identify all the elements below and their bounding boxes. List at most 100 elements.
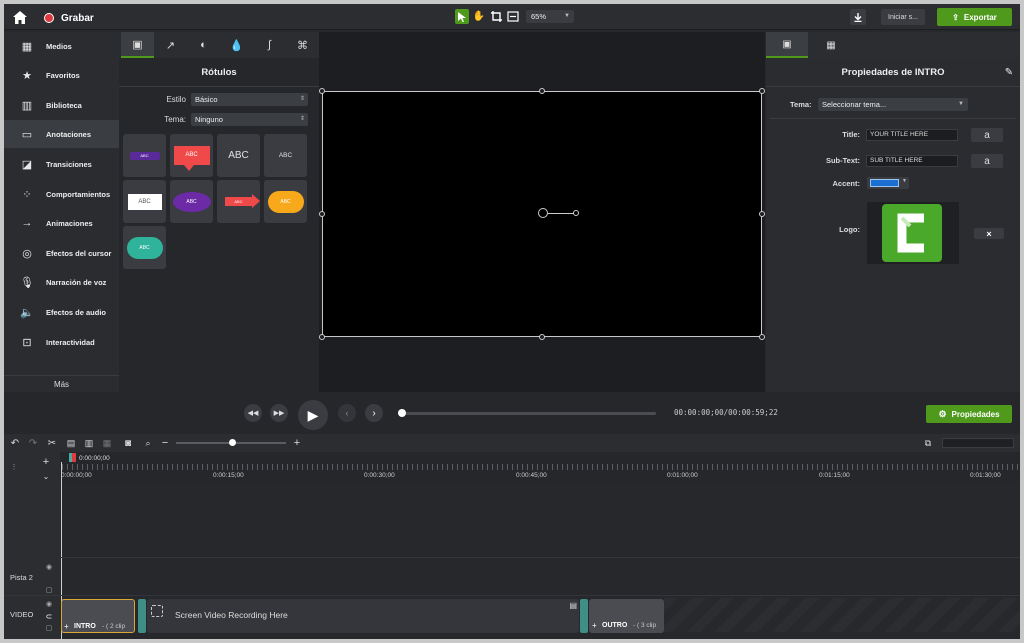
resize-handle[interactable]: [759, 334, 765, 340]
keystroke-tab-icon[interactable]: ⌘: [286, 32, 319, 58]
resize-handle[interactable]: [759, 211, 765, 217]
callout-tile[interactable]: ABC: [264, 134, 307, 177]
snapshot-icon[interactable]: ◙: [121, 436, 135, 450]
callout-tile[interactable]: ABC: [123, 134, 166, 177]
collapse-tracks-icon[interactable]: ⌄: [40, 470, 52, 482]
callout-tile[interactable]: ABC: [170, 180, 213, 223]
callout-tile[interactable]: ABC: [264, 180, 307, 223]
pan-hand-icon[interactable]: ✋: [472, 9, 486, 24]
play-button[interactable]: ▶: [298, 400, 328, 430]
sidebar-item-anotaciones[interactable]: ▭ Anotaciones: [4, 120, 119, 148]
video-properties-tab-icon[interactable]: ▦: [810, 32, 852, 58]
logo-well[interactable]: [867, 202, 959, 264]
intro-clip[interactable]: + INTRO - ( 2 clip: [61, 599, 135, 633]
crop-icon[interactable]: [489, 9, 503, 24]
sketch-tab-icon[interactable]: ∫: [253, 32, 286, 58]
timeline-search-input[interactable]: [942, 438, 1014, 448]
track-visibility-icon[interactable]: ◉: [44, 562, 54, 572]
track-visibility-icon[interactable]: ◉: [44, 599, 54, 609]
rotation-handle[interactable]: [538, 208, 548, 218]
sidebar-item-comportamientos[interactable]: ⁘ Comportamientos: [4, 180, 119, 208]
sidebar-item-transiciones[interactable]: ◪ Transiciones: [4, 150, 119, 178]
track-link-icon[interactable]: ⊂: [44, 611, 54, 621]
theme-select[interactable]: Seleccionar tema... ▼: [818, 98, 968, 111]
sidebar-item-efectos-cursor[interactable]: ◎ Efectos del cursor: [4, 239, 119, 267]
callout-tab-icon[interactable]: ▣: [121, 32, 154, 58]
next-icon[interactable]: ›: [365, 404, 383, 422]
sidebar-item-interactividad[interactable]: ⊡ Interactividad: [4, 328, 119, 356]
subtext-font-button[interactable]: a: [971, 154, 1003, 168]
resize-handle[interactable]: [319, 88, 325, 94]
outro-clip[interactable]: + OUTRO - ( 3 clip: [589, 599, 664, 633]
ruler-ticks: [62, 464, 1018, 470]
recording-placeholder-clip[interactable]: Screen Video Recording Here ▤: [147, 599, 579, 633]
time-ruler[interactable]: 0:00:00;00 0:00:00;00 0:00:15;00 0:00:30…: [60, 452, 1020, 482]
zoom-in-icon[interactable]: +: [292, 436, 302, 450]
blur-tab-icon[interactable]: 💧: [220, 32, 253, 58]
playhead-end-marker[interactable]: [72, 453, 76, 462]
shape-tab-icon[interactable]: ◐: [187, 32, 220, 58]
add-track-icon[interactable]: +: [40, 456, 52, 468]
transition-marker[interactable]: [138, 599, 146, 633]
step-back-icon[interactable]: ◀◀: [244, 404, 262, 422]
edit-icon[interactable]: ✎: [1002, 65, 1016, 79]
export-button[interactable]: ⇪ Exportar: [937, 8, 1012, 26]
share-button[interactable]: Iniciar s...: [881, 9, 925, 25]
callout-tile[interactable]: ABC: [123, 180, 166, 223]
callout-tile[interactable]: ABC: [170, 134, 213, 177]
sidebar-item-animaciones[interactable]: → Animaciones: [4, 209, 119, 237]
sidebar-item-efectos-audio[interactable]: 🔈 Efectos de audio: [4, 298, 119, 326]
zoom-out-icon[interactable]: −: [160, 436, 170, 450]
visual-properties-tab-icon[interactable]: ▣: [766, 32, 808, 58]
download-icon[interactable]: [850, 9, 866, 25]
sidebar-item-biblioteca[interactable]: ▥ Biblioteca: [4, 91, 119, 119]
fit-icon[interactable]: [506, 9, 520, 24]
select-tool-icon[interactable]: [455, 9, 469, 24]
sidebar-item-medios[interactable]: ▦ Medios: [4, 32, 119, 60]
transition-marker[interactable]: [580, 599, 588, 633]
track-lock-icon[interactable]: ▢: [44, 585, 54, 595]
subtext-input[interactable]: SUB TITLE HERE: [866, 155, 958, 167]
theme-select[interactable]: Ninguno ⇕: [191, 113, 308, 126]
resize-handle[interactable]: [319, 211, 325, 217]
resize-handle[interactable]: [539, 334, 545, 340]
callout-tile[interactable]: ABC: [217, 180, 260, 223]
record-button[interactable]: Grabar: [44, 11, 94, 25]
zoom-search-icon[interactable]: ⌕: [142, 436, 154, 450]
redo-icon[interactable]: ↷: [26, 436, 40, 450]
paste-icon[interactable]: ▥: [82, 436, 96, 450]
resize-handle[interactable]: [759, 88, 765, 94]
callout-tile[interactable]: ABC: [217, 134, 260, 177]
animation-icon: →: [21, 217, 33, 229]
more-button[interactable]: Más: [4, 375, 119, 392]
sidebar-item-narracion[interactable]: 🎙 Narración de voz: [4, 268, 119, 296]
scrub-handle[interactable]: [398, 409, 406, 417]
remove-logo-button[interactable]: ×: [974, 228, 1004, 239]
track-lock-icon[interactable]: ▢: [44, 623, 54, 633]
zoom-slider-handle[interactable]: [229, 439, 236, 446]
copy-icon[interactable]: ▤: [64, 436, 78, 450]
previous-icon[interactable]: ‹: [338, 404, 356, 422]
detach-timeline-icon[interactable]: ⧉: [921, 436, 935, 450]
sidebar-item-favoritos[interactable]: ★ Favoritos: [4, 61, 119, 89]
step-forward-icon[interactable]: ▶▶: [270, 404, 288, 422]
undo-icon[interactable]: ↶: [8, 436, 22, 450]
arrow-tab-icon[interactable]: ↗: [154, 32, 187, 58]
scrub-track[interactable]: [402, 412, 656, 415]
style-select[interactable]: Básico ⇕: [191, 93, 308, 106]
properties-button[interactable]: ⚙ Propiedades: [926, 405, 1012, 423]
callout-tile[interactable]: ABC: [123, 226, 166, 269]
cursor-icon: ◎: [22, 247, 32, 260]
resize-handle[interactable]: [319, 334, 325, 340]
outro-label: OUTRO: [602, 622, 628, 629]
track-height-icon[interactable]: ⋮: [7, 456, 21, 478]
accent-color-picker[interactable]: ▼: [867, 177, 909, 189]
rotation-knob[interactable]: [573, 210, 579, 216]
title-input[interactable]: YOUR TITLE HERE: [866, 129, 958, 141]
split-icon[interactable]: ▦: [100, 436, 114, 450]
zoom-select[interactable]: 65% ▼: [526, 10, 574, 23]
home-icon[interactable]: [12, 9, 28, 25]
title-font-button[interactable]: a: [971, 128, 1003, 142]
resize-handle[interactable]: [539, 88, 545, 94]
cut-icon[interactable]: ✂: [45, 436, 59, 450]
